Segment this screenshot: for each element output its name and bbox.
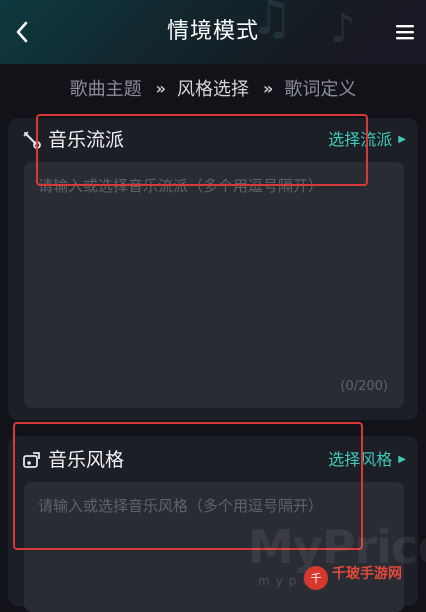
top-bar: ♫ ♪ 情境模式 [0,0,426,64]
play-triangle-icon: ▶ [398,134,406,145]
watermark-site: 千玻手游网 [332,566,402,582]
play-triangle-icon: ▶ [398,454,406,465]
step-lyrics-define[interactable]: 歌词定义 [280,75,360,101]
step-song-theme[interactable]: 歌曲主题 [66,75,146,101]
select-genre-button[interactable]: 选择流派 ▶ [328,126,406,154]
hamburger-menu-icon [396,25,414,40]
step-separator: » [155,78,166,98]
page-title: 情境模式 [166,19,259,44]
guitar-icon [23,131,41,149]
select-style-button[interactable]: 选择风格 ▶ [328,446,406,474]
genre-card-header: 音乐流派 选择流派 ▶ [8,118,418,162]
step-style-select[interactable]: 风格选择 [173,75,253,101]
select-genre-label: 选择流派 [328,130,393,149]
select-style-label: 选择风格 [328,450,393,469]
genre-input[interactable]: 请输入或选择音乐流派（多个用逗号隔开） (0/200) [24,162,404,408]
genre-card: 音乐流派 选择流派 ▶ 请输入或选择音乐流派（多个用逗号隔开） (0/200) [8,118,418,420]
genre-char-counter: (0/200) [340,379,388,394]
step-separator: » [263,78,273,98]
genre-input-placeholder: 请输入或选择音乐流派（多个用逗号隔开） [38,177,324,195]
menu-button[interactable] [390,16,420,48]
style-card-title: 音乐风格 [48,449,125,471]
style-card-header: 音乐风格 选择风格 ▶ [8,436,418,480]
step-breadcrumb: 歌曲主题 » 风格选择 » 歌词定义 [0,70,426,106]
music-style-icon [23,452,40,468]
style-input-placeholder: 请输入或选择音乐风格（多个用逗号隔开） [38,497,324,515]
watermark-logo-icon: 千 [304,566,328,590]
genre-card-title: 音乐流派 [48,129,125,151]
